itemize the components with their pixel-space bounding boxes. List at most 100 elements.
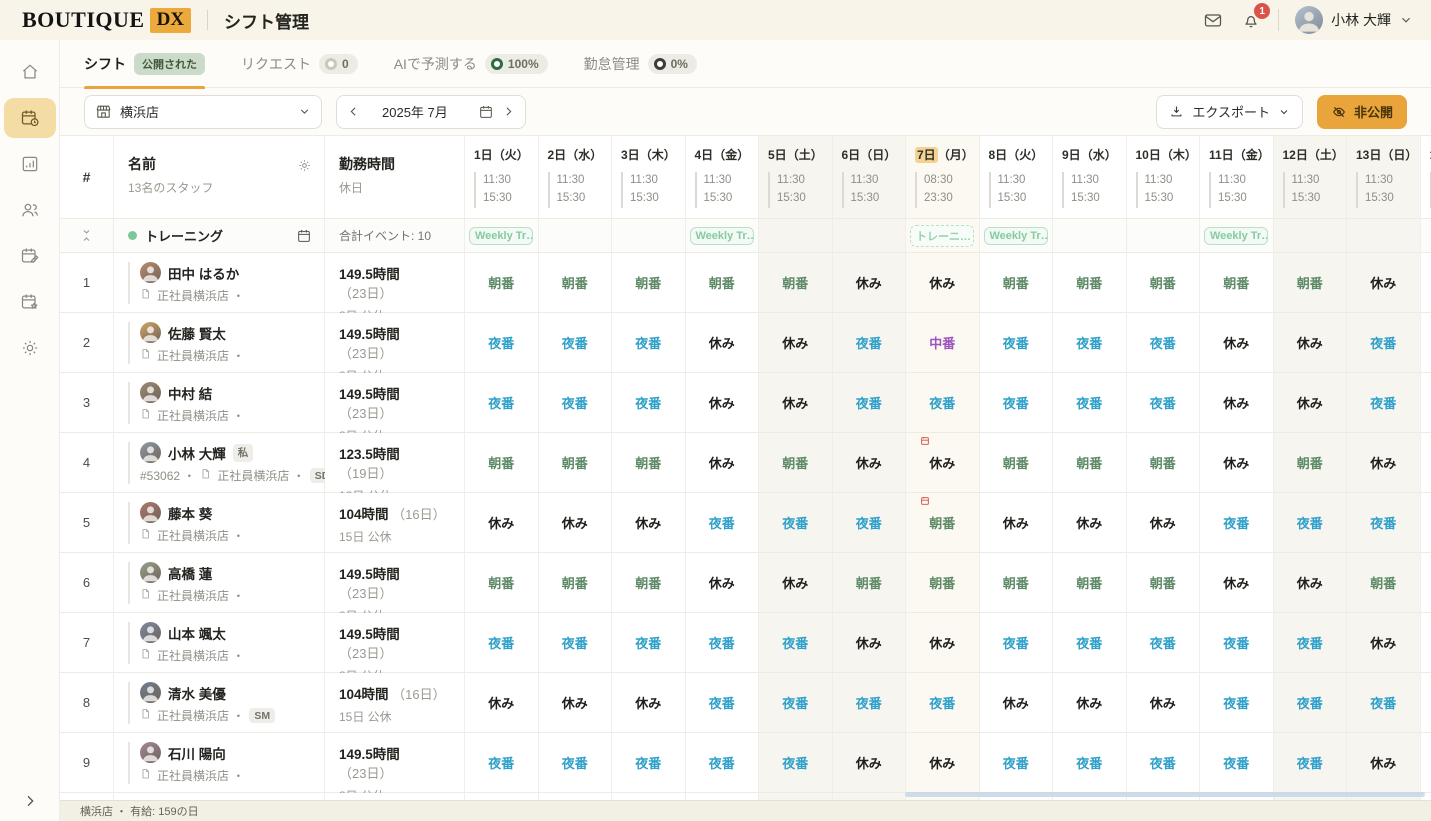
training-day-cell[interactable] [1053, 219, 1127, 253]
training-day-cell[interactable]: Weekly Tr… [465, 219, 539, 253]
day-header-cell[interactable]: 5日（土）11:3015:30 [759, 136, 833, 219]
shift-cell[interactable] [1421, 253, 1431, 313]
shift-cell[interactable]: 休み [906, 433, 980, 493]
sidebar-item-home[interactable] [4, 52, 56, 92]
shift-cell[interactable]: 夜番 [1053, 733, 1127, 793]
shift-cell[interactable]: 夜番 [1274, 493, 1348, 553]
collapse-training-button[interactable] [60, 219, 114, 253]
sidebar-item-settings[interactable] [4, 328, 56, 368]
staff-name-cell[interactable]: 清水 美優正社員横浜店 ・SM [114, 673, 325, 733]
shift-cell[interactable]: 朝番 [759, 433, 833, 493]
shift-cell[interactable]: 夜番 [759, 733, 833, 793]
day-header-cell[interactable]: 14日（月）11:3015:30 [1421, 136, 1431, 219]
shift-cell[interactable]: 夜番 [833, 313, 907, 373]
unpublish-button[interactable]: 非公開 [1317, 95, 1407, 129]
shift-cell[interactable]: 朝番 [1200, 253, 1274, 313]
shift-cell[interactable]: 夜番 [906, 373, 980, 433]
staff-row[interactable]: 3中村 結正社員横浜店 ・149.5時間 （23日）8日 公休夜番夜番夜番休み休… [60, 373, 1431, 433]
shift-cell[interactable] [1421, 493, 1431, 553]
staff-row[interactable]: 7山本 颯太正社員横浜店 ・149.5時間 （23日）8日 公休夜番夜番夜番夜番… [60, 613, 1431, 673]
shift-cell[interactable]: 夜番 [1200, 493, 1274, 553]
shift-cell[interactable]: 夜番 [539, 313, 613, 373]
shift-cell[interactable]: 休み [1274, 553, 1348, 613]
staff-name-cell[interactable]: 中村 結正社員横浜店 ・ [114, 373, 325, 433]
day-header-cell[interactable]: 1日（火）11:3015:30 [465, 136, 539, 219]
sidebar-expand-button[interactable] [0, 793, 59, 809]
calendar-icon[interactable] [478, 104, 494, 120]
mail-icon[interactable] [1202, 9, 1224, 31]
staff-name-cell[interactable]: 藤本 葵正社員横浜店 ・ [114, 493, 325, 553]
tab-リクエスト[interactable]: リクエスト0 [241, 40, 358, 88]
shift-cell[interactable]: 夜番 [539, 613, 613, 673]
shift-cell[interactable]: 休み [1274, 313, 1348, 373]
shift-cell[interactable]: 朝番 [906, 553, 980, 613]
shift-cell[interactable] [1421, 553, 1431, 613]
shift-cell[interactable]: 夜番 [1274, 673, 1348, 733]
export-button[interactable]: エクスポート [1156, 95, 1303, 129]
staff-row[interactable]: 6高橋 蓮正社員横浜店 ・149.5時間 （23日）8日 公休朝番朝番朝番休み休… [60, 553, 1431, 613]
shift-cell[interactable]: 夜番 [1127, 313, 1201, 373]
shift-cell[interactable]: 朝番 [612, 433, 686, 493]
shift-cell[interactable]: 夜番 [539, 373, 613, 433]
shift-cell[interactable]: 朝番 [1274, 433, 1348, 493]
shift-cell[interactable]: 朝番 [980, 433, 1054, 493]
training-day-cell[interactable]: Weekly Tr… [686, 219, 760, 253]
shift-cell[interactable]: 朝番 [612, 553, 686, 613]
shift-cell[interactable]: 夜番 [1053, 313, 1127, 373]
shift-cell[interactable]: 夜番 [465, 313, 539, 373]
day-header-cell[interactable]: 2日（水）11:3015:30 [539, 136, 613, 219]
shift-cell[interactable]: 朝番 [1053, 253, 1127, 313]
staff-name-cell[interactable]: 田中 はるか正社員横浜店 ・ [114, 253, 325, 313]
user-menu[interactable]: 小林 大輝 [1295, 6, 1413, 34]
sidebar-item-staff[interactable] [4, 190, 56, 230]
shift-cell[interactable]: 休み [1200, 553, 1274, 613]
training-event-badge[interactable]: Weekly Tr… [690, 227, 754, 245]
shift-cell[interactable]: 朝番 [1127, 433, 1201, 493]
staff-name-cell[interactable]: 佐藤 賢太正社員横浜店 ・ [114, 313, 325, 373]
shift-cell[interactable]: 夜番 [1127, 373, 1201, 433]
staff-row[interactable]: 1田中 はるか正社員横浜店 ・149.5時間 （23日）8日 公休朝番朝番朝番朝… [60, 253, 1431, 313]
prev-month-button[interactable] [347, 105, 360, 118]
staff-row[interactable]: 8清水 美優正社員横浜店 ・SM104時間 （16日）15日 公休休み休み休み夜… [60, 673, 1431, 733]
shift-cell[interactable] [1421, 313, 1431, 373]
day-header-cell[interactable]: 6日（日）11:3015:30 [833, 136, 907, 219]
shift-cell[interactable]: 朝番 [759, 253, 833, 313]
shift-cell[interactable]: 休み [539, 493, 613, 553]
staff-row[interactable]: 9石川 陽向正社員横浜店 ・149.5時間 （23日）8日 公休夜番夜番夜番夜番… [60, 733, 1431, 793]
shift-cell[interactable]: 朝番 [1053, 433, 1127, 493]
shift-cell[interactable]: 夜番 [1127, 733, 1201, 793]
shift-cell[interactable]: 休み [686, 313, 760, 373]
training-day-cell[interactable] [833, 219, 907, 253]
day-header-cell[interactable]: 11日（金）11:3015:30 [1200, 136, 1274, 219]
day-header-cell[interactable]: 9日（水）11:3015:30 [1053, 136, 1127, 219]
day-header-cell[interactable]: 7日（月）08:3023:30 [906, 136, 980, 219]
shift-cell[interactable]: 夜番 [465, 613, 539, 673]
sidebar-item-calendar-edit[interactable] [4, 236, 56, 276]
shift-cell[interactable]: 中番 [906, 313, 980, 373]
shift-cell[interactable]: 休み [1127, 493, 1201, 553]
shift-cell[interactable] [1421, 373, 1431, 433]
shift-cell[interactable]: 休み [686, 433, 760, 493]
shift-cell[interactable]: 夜番 [906, 673, 980, 733]
shift-cell[interactable]: 夜番 [980, 613, 1054, 673]
shift-cell[interactable]: 夜番 [686, 493, 760, 553]
shift-cell[interactable]: 朝番 [539, 253, 613, 313]
shift-cell[interactable]: 夜番 [833, 493, 907, 553]
shift-cell[interactable]: 夜番 [1053, 373, 1127, 433]
shift-cell[interactable]: 休み [1053, 673, 1127, 733]
shift-cell[interactable]: 休み [539, 673, 613, 733]
shift-cell[interactable]: 休み [1347, 253, 1421, 313]
sidebar-item-analytics[interactable] [4, 144, 56, 184]
staff-name-cell[interactable]: 小林 大輝私#53062 ・正社員横浜店 ・SD [114, 433, 325, 493]
shift-cell[interactable]: 夜番 [1347, 673, 1421, 733]
shift-cell[interactable]: 休み [686, 373, 760, 433]
shift-cell[interactable]: 夜番 [612, 313, 686, 373]
shift-cell[interactable]: 朝番 [1127, 553, 1201, 613]
shift-cell[interactable]: 朝番 [539, 553, 613, 613]
shift-cell[interactable]: 休み [465, 493, 539, 553]
shift-cell[interactable]: 休み [612, 493, 686, 553]
tab-AIで予測する[interactable]: AIで予測する100% [394, 40, 548, 88]
store-select[interactable]: 横浜店 [84, 95, 322, 129]
training-event-badge[interactable]: Weekly Tr… [984, 227, 1048, 245]
day-header-cell[interactable]: 10日（木）11:3015:30 [1127, 136, 1201, 219]
